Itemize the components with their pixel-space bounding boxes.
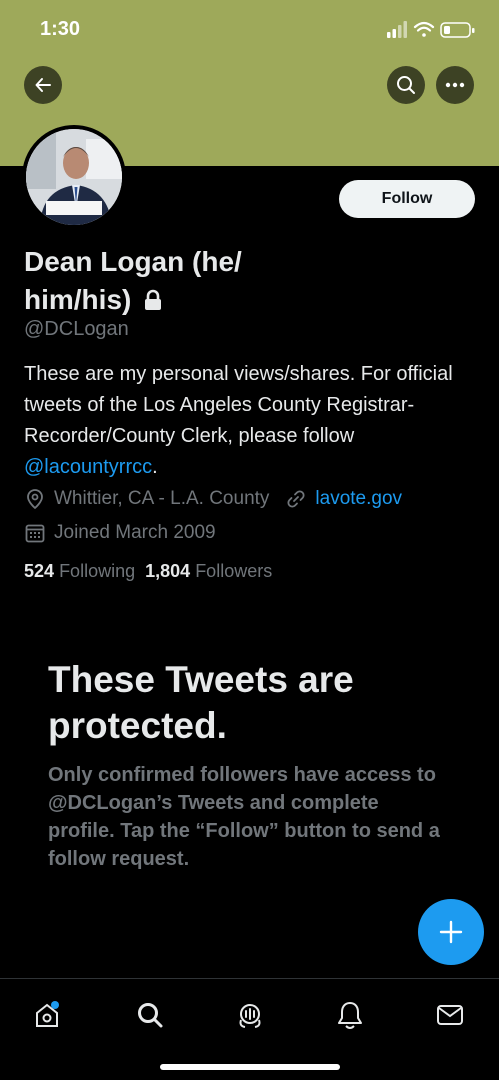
link-icon [287, 490, 305, 508]
bio-text: These are my personal views/shares. For … [24, 363, 453, 447]
profile-website-link[interactable]: lavote.gov [315, 488, 402, 510]
wifi-icon [413, 21, 435, 37]
search-icon [397, 76, 415, 94]
status-icons [387, 20, 477, 40]
tab-messages[interactable] [430, 995, 470, 1035]
calendar-icon [25, 524, 45, 543]
back-button[interactable] [24, 66, 62, 104]
following-count: 524 [24, 561, 55, 581]
location-pin-icon [27, 489, 43, 510]
search-button[interactable] [387, 66, 425, 104]
followers-link[interactable]: 1,804 Followers [145, 561, 272, 581]
bio-mention-link[interactable]: @lacountyrrcc [24, 456, 152, 478]
avatar[interactable] [22, 125, 126, 229]
home-icon [36, 1001, 59, 1027]
messages-icon [437, 1005, 463, 1025]
profile-meta-row: Whittier, CA - L.A. County lavote.gov [24, 486, 402, 512]
battery-icon [440, 22, 475, 38]
notifications-icon [338, 1002, 362, 1029]
plus-icon [439, 920, 463, 944]
profile-bio: These are my personal views/shares. For … [24, 359, 484, 483]
protected-title: These Tweets are protected. [48, 659, 354, 746]
compose-button[interactable] [418, 899, 484, 965]
more-button[interactable] [436, 66, 474, 104]
profile-location: Whittier, CA - L.A. County [54, 488, 270, 509]
bio-end: . [152, 456, 158, 478]
tab-home[interactable] [27, 995, 67, 1035]
search-icon [138, 1003, 163, 1028]
following-link[interactable]: 524 Following [24, 561, 135, 581]
tab-search[interactable] [130, 995, 170, 1035]
tab-spaces[interactable] [230, 995, 270, 1035]
follow-counts: 524 Following 1,804 Followers [24, 561, 272, 582]
profile-joined: Joined March 2009 [54, 522, 216, 543]
lock-icon [145, 289, 162, 310]
more-icon [445, 82, 465, 88]
follow-button[interactable]: Follow [339, 180, 475, 218]
status-bar: 1:30 [0, 0, 499, 60]
profile-name-text: Dean Logan (he/ him/his) [24, 246, 242, 315]
followers-count: 1,804 [145, 561, 191, 581]
signal-icon [387, 21, 407, 38]
home-indicator[interactable] [160, 1064, 340, 1070]
followers-label: Followers [195, 561, 273, 581]
following-label: Following [59, 561, 136, 581]
protected-body: Only confirmed followers have access to … [48, 764, 440, 870]
status-time: 1:30 [40, 18, 81, 40]
spaces-icon [239, 1004, 261, 1028]
profile-name: Dean Logan (he/ him/his) [24, 243, 324, 319]
tab-notifications[interactable] [330, 995, 370, 1035]
profile-handle: @DCLogan [24, 318, 129, 340]
profile-joined-row: Joined March 2009 [24, 520, 216, 546]
arrow-left-icon [35, 78, 51, 92]
